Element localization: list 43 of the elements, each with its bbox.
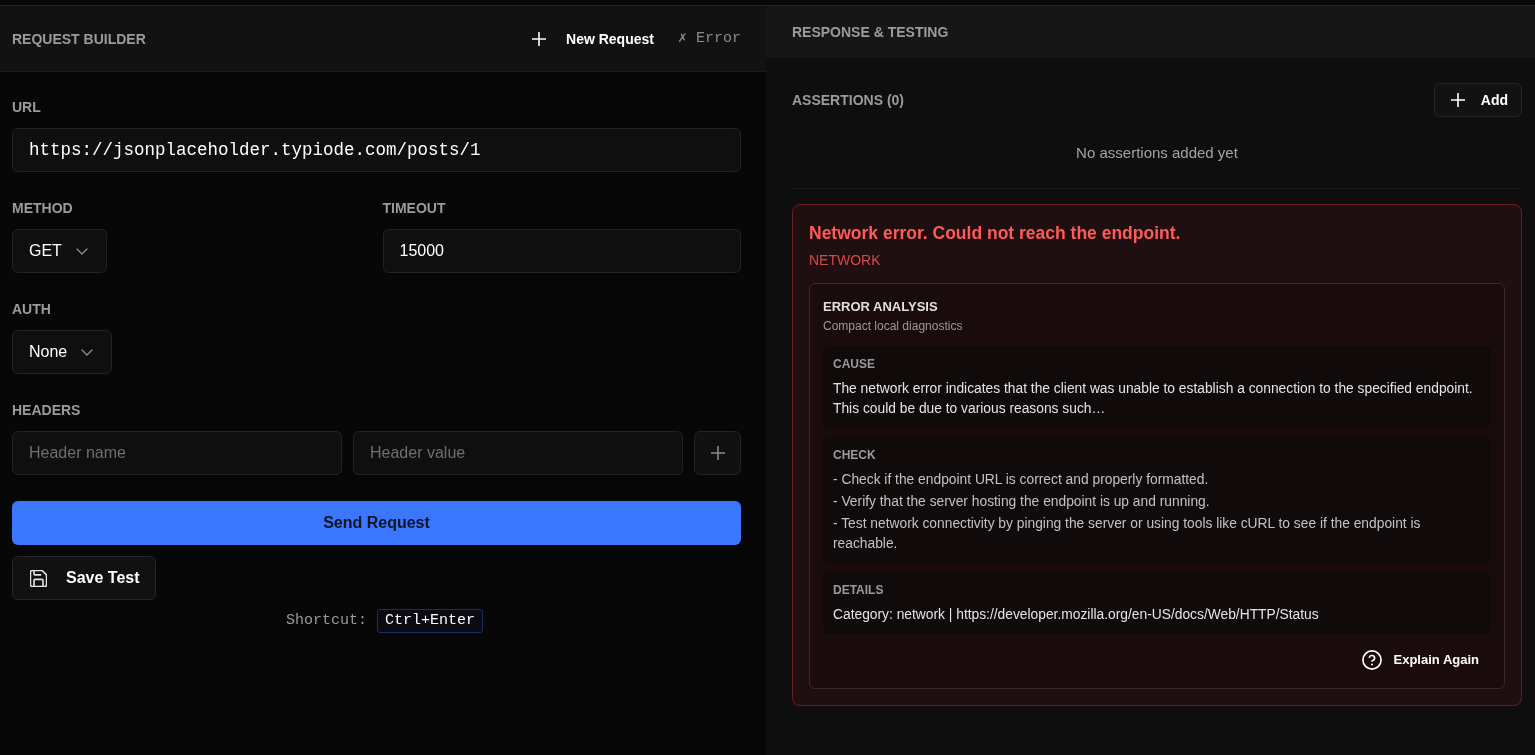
panel-title: RESPONSE & TESTING [792, 23, 949, 42]
header-name-input[interactable]: Header name [12, 431, 342, 475]
error-category: NETWORK [809, 251, 881, 270]
save-test-button[interactable]: Save Test [12, 556, 156, 600]
section-text: Category: network | https://developer.mozilla.org/en-US/docs/Web/HTTP/Status [833, 606, 1320, 624]
section-heading: DETAILS [833, 582, 884, 598]
add-assertion-button[interactable]: Add [1433, 83, 1522, 117]
shortcut-label: Shortcut: [286, 611, 367, 631]
field-label: METHOD [12, 199, 73, 218]
field-label: TIMEOUT [382, 199, 447, 218]
plus-icon [1450, 93, 1465, 107]
auth-select[interactable]: None [12, 330, 113, 374]
send-request-button[interactable]: Send Request [12, 501, 741, 545]
chevron-down-icon [75, 247, 88, 255]
new-request-button[interactable]: New Request [532, 28, 654, 49]
section-text: The network error indicates that the client was unable to establish a connection to the specified endpoint. This could be due to various reasons such… [833, 380, 1474, 418]
field-label: URL [12, 98, 42, 117]
chevron-down-icon [81, 348, 94, 356]
url-input[interactable]: https://jsonplaceholder.typiode.com/posts/1 [12, 128, 741, 172]
shortcut-key: Ctrl+Enter [377, 609, 483, 633]
add-header-button[interactable] [694, 431, 741, 475]
error-status: ✗ Error [677, 28, 741, 49]
analysis-title: ERROR ANALYSIS [823, 298, 938, 316]
empty-state-text: No assertions added yet [1076, 143, 1238, 163]
check-item: - Check if the endpoint URL is correct and properly formatted. [833, 471, 1210, 489]
help-circle-icon [1361, 650, 1382, 670]
panel-title: REQUEST BUILDER [12, 29, 146, 49]
header-value-input[interactable]: Header value [353, 431, 683, 475]
section-heading: CHECK [833, 447, 876, 463]
explain-again-button[interactable]: Explain Again [1349, 644, 1491, 676]
check-item: - Test network connectivity by pinging the server or using tools like cURL to see if the endpoint is reachable. [833, 515, 1422, 553]
field-label: AUTH [12, 300, 51, 319]
analysis-subtitle: Compact local diagnostics [823, 318, 963, 334]
error-message: Network error. Could not reach the endpoint. [809, 222, 1181, 245]
timeout-input[interactable]: 15000 [382, 229, 741, 273]
method-select[interactable]: GET [12, 229, 107, 273]
plus-icon [710, 446, 725, 460]
save-icon [30, 569, 47, 587]
section-heading: CAUSE [833, 356, 875, 372]
check-item: - Verify that the server hosting the endpoint is up and running. [833, 493, 1211, 511]
plus-icon [532, 31, 547, 46]
assertions-title: ASSERTIONS (0) [792, 91, 904, 110]
field-label: HEADERS [12, 401, 82, 420]
